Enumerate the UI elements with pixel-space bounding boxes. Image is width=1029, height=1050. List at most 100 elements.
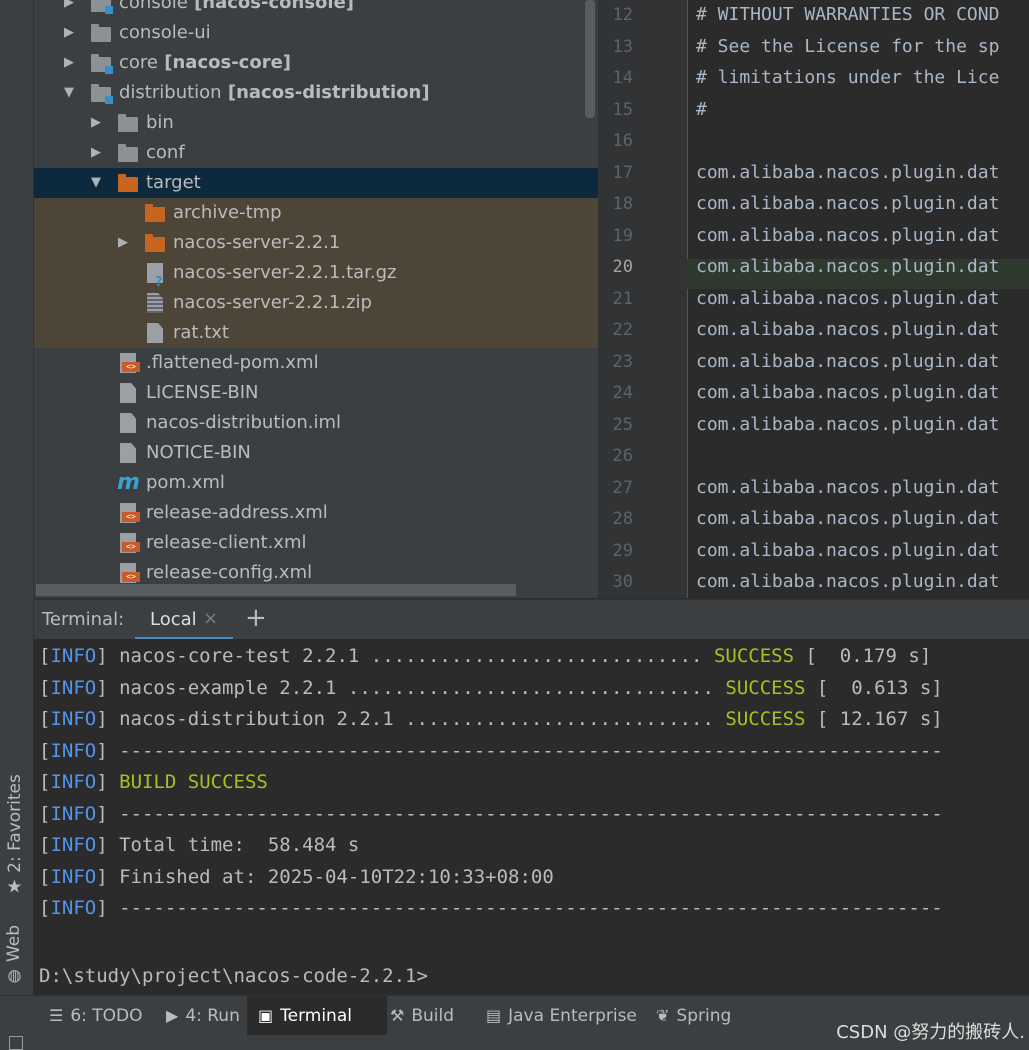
tree-row-distribution[interactable]: ▼ distribution [nacos-distribution] [34,78,598,108]
web-tab[interactable]: ◍ Web [4,924,24,985]
spring-leaf-icon: ❦ [656,1006,670,1025]
terminal-line: [INFO] ---------------------------------… [39,803,943,825]
favorites-tab[interactable]: ★ 2: Favorites [4,774,25,898]
status-text: SUCCESS [713,645,795,667]
collapsed-arrow-icon[interactable]: ▶ [89,108,103,138]
terminal-tab-local[interactable]: Local × [135,600,233,640]
tree-row-bin[interactable]: ▶ bin [34,108,598,138]
collapsed-arrow-icon[interactable]: ▶ [89,138,103,168]
bottom-tab-spring[interactable]: ❦ Spring [656,996,731,1036]
item-name: target [146,172,201,193]
unknown-file-icon: ? [147,263,163,290]
terminal-line: [INFO] ---------------------------------… [39,740,943,762]
code-line: # [696,98,707,120]
code-line: # WITHOUT WARRANTIES OR COND [696,4,1000,25]
collapsed-arrow-icon[interactable]: ▶ [62,18,76,48]
terminal-line: [INFO] BUILD SUCCESS [39,771,268,793]
item-name: pom.xml [146,472,225,493]
tree-row-rat-txt[interactable]: rat.txt [34,318,598,348]
tree-row-flattened-pom-xml[interactable]: <> .flattened-pom.xml [34,348,598,378]
tree-row-pom-xml[interactable]: m pom.xml [34,468,598,498]
new-session-icon[interactable]: + [245,603,267,633]
terminal-output[interactable]: [INFO] nacos-core-test 2.2.1 ...........… [34,639,1029,995]
line-number: 27 [612,477,633,498]
code-line: # See the License for the sp [696,35,1000,57]
status-text: SUCCESS [725,676,806,699]
log-text: ----------------------------------------… [107,802,943,825]
expanded-arrow-icon[interactable]: ▼ [62,78,76,108]
bottom-tab-4-run[interactable]: ▶ 4: Run [166,996,240,1036]
item-name: conf [146,142,185,163]
tree-row-label: console [nacos-console] [119,0,354,18]
bottom-tab-6-todo[interactable]: ☰ 6: TODO [49,996,143,1036]
tree-row-nacos-server-2-2-1-zip[interactable]: nacos-server-2.2.1.zip [34,288,598,318]
tree-row-nacos-server-2-2-1-tar-gz[interactable]: ? nacos-server-2.2.1.tar.gz [34,258,598,290]
tree-row-label: nacos-server-2.2.1 [173,228,340,258]
project-vertical-scrollbar[interactable] [585,0,595,118]
project-tree-panel: ▶ console [nacos-console] ▶ console-ui ▶ core… [34,0,598,598]
tree-row-console-ui[interactable]: ▶ console-ui [34,18,598,48]
bottom-tab-label: Spring [676,1006,732,1026]
line-number: 30 [612,572,633,592]
list-icon: ☰ [49,1006,64,1025]
toggle-tool-windows-icon[interactable] [9,1036,23,1050]
item-name: rat.txt [173,322,229,343]
bottom-tab-terminal[interactable]: ▣ Terminal [247,996,387,1036]
tree-row-label: release-client.xml [146,528,306,558]
item-name: bin [146,112,174,133]
tree-row-label: NOTICE-BIN [146,438,251,468]
tree-row-nacos-server-2-2-1[interactable]: ▶ nacos-server-2.2.1 [34,228,598,258]
tree-row-release-address-xml[interactable]: <> release-address.xml [34,498,598,528]
line-number: 29 [612,540,633,561]
web-tab-label: Web [4,924,24,963]
tree-row-label: pom.xml [146,468,225,498]
status-text: SUCCESS [725,708,806,730]
tree-row-label: core [nacos-core] [119,48,291,78]
tree-row-archive-tmp[interactable]: archive-tmp [34,198,598,228]
xml-file-icon: <> [120,353,140,373]
folder-icon [91,24,111,42]
code-editor[interactable]: 12 13 14 15 16 17 18 19 20 21 22 23 24 25 26 27 28 29 30 #… [598,0,1029,598]
bottom-tab-label: 6: TODO [70,1006,143,1026]
xml-file-icon: <> [120,503,140,523]
collapsed-arrow-icon[interactable]: ▶ [62,48,76,78]
line-number-gutter: 12 13 14 15 16 17 18 19 20 21 22 23 24 25 26 27 28 29 30 [599,0,688,598]
tree-row-target[interactable]: ▼ target [34,168,598,198]
tree-row-release-client-xml[interactable]: <> release-client.xml [34,528,598,558]
left-tool-strip: ★ 2: Favorites ◍ Web [0,0,34,995]
tree-row-conf[interactable]: ▶ conf [34,138,598,168]
log-level-tag: [INFO] [39,739,108,762]
item-name: NOTICE-BIN [146,442,251,463]
item-name: LICENSE-BIN [146,382,259,403]
log-level-tag: [INFO] [39,865,108,888]
project-horizontal-scrollbar[interactable] [36,584,516,596]
maven-icon: m [117,470,140,495]
module-folder-icon [91,54,113,74]
tree-row-label: distribution [nacos-distribution] [119,78,430,108]
collapsed-arrow-icon[interactable]: ▶ [62,0,76,18]
item-name: nacos-server-2.2.1.tar.gz [173,262,397,283]
text-file-icon [120,383,136,403]
globe-icon: ◍ [7,965,21,985]
terminal-line: [INFO] nacos-example 2.2.1 .............… [39,677,943,699]
tree-row-console[interactable]: ▶ console [nacos-console] [34,0,598,18]
favorites-tab-label: 2: Favorites [4,774,25,873]
tree-row-core[interactable]: ▶ core [nacos-core] [34,48,598,78]
expanded-arrow-icon[interactable]: ▼ [89,168,103,198]
xml-file-icon: <> [120,533,140,553]
log-level-tag: [INFO] [39,771,108,793]
tree-row-label: target [146,168,201,198]
bottom-tab-build[interactable]: ⚒ Build [390,996,454,1036]
star-icon: ★ [6,876,23,898]
bottom-tab-java-enterprise[interactable]: ▤ Java Enterprise [486,996,637,1036]
tree-row-license-bin[interactable]: LICENSE-BIN [34,378,598,408]
terminal-line: [INFO] ---------------------------------… [39,897,943,919]
bottom-tab-label: 4: Run [185,1006,240,1026]
collapsed-arrow-icon[interactable]: ▶ [116,228,130,258]
shell-prompt[interactable]: D:\study\project\nacos-code-2.2.1> [39,965,428,987]
log-level-tag: [INFO] [39,645,108,667]
code-line: com.alibaba.nacos.plugin.dat [696,161,1000,183]
close-icon[interactable]: × [203,608,218,629]
tree-row-notice-bin[interactable]: NOTICE-BIN [34,438,598,468]
tree-row-nacos-distribution-iml[interactable]: nacos-distribution.iml [34,408,598,438]
